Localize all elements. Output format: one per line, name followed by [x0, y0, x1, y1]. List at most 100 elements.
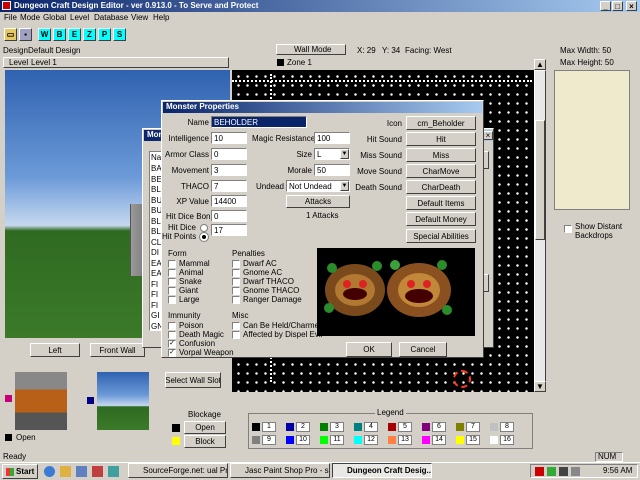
morale-input[interactable]: 50 [314, 164, 350, 176]
name-input[interactable]: BEHOLDER [211, 116, 307, 128]
hit-points-radio[interactable] [199, 232, 209, 242]
open-folder-icon[interactable]: ▭ [4, 28, 17, 41]
icon-button[interactable]: cm_Beholder [406, 116, 476, 130]
taskbar-item-dungeoncraft[interactable]: Dungeon Craft Desig... [332, 463, 432, 478]
hit-dice-input[interactable]: 17 [211, 224, 247, 236]
toolbar-e-button[interactable]: E [68, 28, 81, 41]
monster-list-item[interactable]: BL [151, 217, 161, 227]
toolbar-z-button[interactable]: Z [83, 28, 96, 41]
toolbar-w-button[interactable]: W [38, 28, 51, 41]
map-wall-line [232, 80, 532, 82]
menu-help[interactable]: Help [153, 13, 169, 23]
move-sound-button[interactable]: CharMove [406, 164, 476, 178]
monster-list-item[interactable]: BL [151, 227, 161, 237]
blockage-block-button[interactable]: Block [184, 435, 226, 448]
tray-icon[interactable] [535, 467, 544, 476]
undead-dropdown-icon[interactable]: ▼ [340, 181, 349, 191]
quicklaunch-ie-icon[interactable] [44, 466, 55, 477]
hit-dice-bonus-input[interactable]: 0 [211, 210, 247, 222]
legend-swatch [490, 423, 498, 431]
armor-class-input[interactable]: 0 [211, 148, 247, 160]
scroll-up-button[interactable]: ▲ [534, 59, 546, 70]
scroll-down-button[interactable]: ▼ [534, 381, 546, 392]
form-checkbox[interactable] [168, 260, 176, 268]
menu-level[interactable]: Level [70, 13, 89, 23]
monster-list-item[interactable]: FI [151, 290, 158, 300]
form-checkbox[interactable] [168, 287, 176, 295]
save-disk-icon[interactable]: ▪ [19, 28, 32, 41]
size-dropdown-icon[interactable]: ▼ [340, 149, 349, 159]
quicklaunch-desktop-icon[interactable] [76, 466, 87, 477]
menu-global[interactable]: Global [43, 13, 66, 23]
xp-value-input[interactable]: 14400 [211, 195, 247, 207]
monster-list-item[interactable]: FI [151, 280, 158, 290]
form-checkbox[interactable] [168, 269, 176, 277]
immunity-checkbox[interactable] [168, 322, 176, 330]
magic-resistance-input[interactable]: 100 [314, 132, 350, 144]
show-distant-checkbox[interactable] [564, 225, 572, 233]
intelligence-input[interactable]: 10 [211, 132, 247, 144]
close-button[interactable]: × [626, 1, 637, 11]
form-checkbox[interactable] [168, 296, 176, 304]
immunity-checkbox[interactable]: ✓ [168, 349, 176, 357]
taskbar-item-sourceforge[interactable]: SourceForge.net: ual Proje... [128, 463, 228, 478]
hit-dice-radio[interactable] [200, 224, 208, 232]
tray-icon[interactable] [571, 467, 580, 476]
maximize-button[interactable]: □ [612, 1, 623, 11]
default-money-button[interactable]: Default Money [406, 212, 476, 226]
menu-file[interactable]: File [4, 13, 17, 23]
monster-list-item[interactable]: CL [151, 238, 161, 248]
menu-database[interactable]: Database [94, 13, 128, 23]
monster-list-item[interactable]: FI [151, 301, 158, 311]
special-abilities-button[interactable]: Special Abilities [406, 229, 476, 243]
tray-icon[interactable] [559, 467, 568, 476]
wall-color-swatch [5, 395, 12, 402]
select-wall-slot-button[interactable]: Select Wall Slot [165, 372, 221, 388]
misc-checkbox[interactable] [232, 331, 240, 339]
armor-class-label: Armor Class [164, 150, 209, 159]
monster-list-item[interactable]: GI [151, 311, 159, 321]
form-title: Form [168, 249, 187, 258]
cancel-button[interactable]: Cancel [399, 342, 447, 357]
penalties-checkbox[interactable] [232, 278, 240, 286]
misc-checkbox[interactable] [232, 322, 240, 330]
map-scrollbar-thumb[interactable] [535, 120, 545, 240]
quicklaunch-app-icon[interactable] [92, 466, 103, 477]
form-checkbox[interactable] [168, 278, 176, 286]
left-button[interactable]: Left [30, 343, 80, 357]
toolbar-b-button[interactable]: B [53, 28, 66, 41]
toolbar-p-button[interactable]: P [98, 28, 111, 41]
immunity-checkbox[interactable]: ✓ [168, 340, 176, 348]
death-sound-button[interactable]: CharDeath [406, 180, 476, 194]
menu-mode[interactable]: Mode [20, 13, 40, 23]
blockage-open-button[interactable]: Open [184, 421, 226, 434]
quicklaunch-app-icon[interactable] [108, 466, 119, 477]
penalties-checkbox[interactable] [232, 287, 240, 295]
front-wall-button[interactable]: Front Wall [90, 343, 145, 357]
monster-list-item[interactable]: DI [151, 248, 159, 258]
taskbar-item-paintshop[interactable]: Jasc Paint Shop Pro - spell... [230, 463, 330, 478]
movement-input[interactable]: 3 [211, 164, 247, 176]
penalties-checkbox[interactable] [232, 296, 240, 304]
size-select[interactable]: L ▼ [314, 148, 350, 160]
ok-button[interactable]: OK [346, 342, 392, 357]
hit-sound-button[interactable]: Hit [406, 132, 476, 146]
penalties-checkbox[interactable] [232, 269, 240, 277]
minimize-button[interactable]: _ [600, 1, 611, 11]
quicklaunch-outlook-icon[interactable] [60, 466, 71, 477]
monster-list-close-button[interactable]: × [483, 131, 493, 140]
tray-icon[interactable] [547, 467, 556, 476]
legend-number: 14 [432, 435, 446, 445]
toolbar-s-button[interactable]: S [113, 28, 126, 41]
start-button[interactable]: Start [2, 464, 38, 479]
immunity-checkbox[interactable] [168, 331, 176, 339]
attacks-button[interactable]: Attacks [286, 195, 350, 208]
default-items-button[interactable]: Default Items [406, 196, 476, 210]
miss-sound-button[interactable]: Miss [406, 148, 476, 162]
backdrop-preview[interactable] [97, 372, 149, 430]
penalties-checkbox[interactable] [232, 260, 240, 268]
wall-texture-preview[interactable] [15, 372, 67, 430]
monster-list-item[interactable]: BL [151, 185, 161, 195]
undead-select[interactable]: Not Undead ▼ [286, 180, 350, 192]
menu-view[interactable]: View [131, 13, 148, 23]
